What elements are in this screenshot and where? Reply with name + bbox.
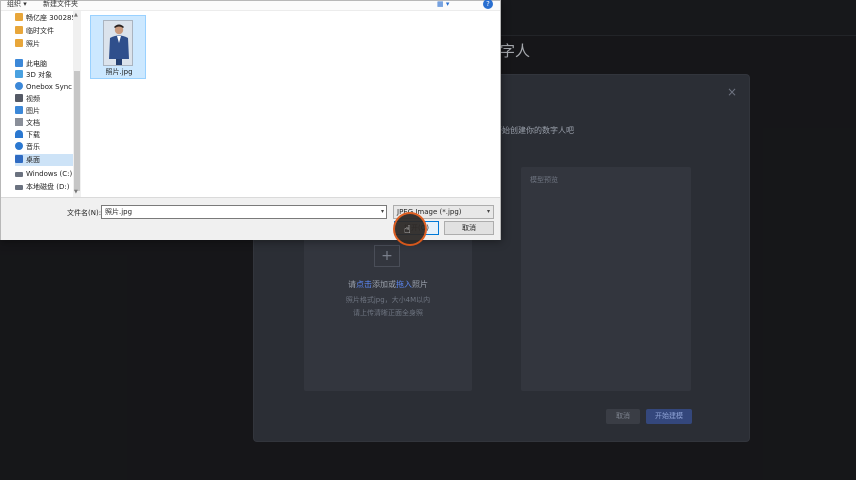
person-photo-icon [104,21,132,65]
nav-item-label: 3D 对象 [26,71,53,79]
computer-icon [15,59,23,67]
nav-item[interactable]: 音乐 [15,141,73,153]
folder-icon [15,13,23,21]
chevron-down-icon[interactable]: ▾ [487,206,490,218]
modal-subtitle: 开始创建你的数字人吧 [494,126,574,135]
view-options-icon[interactable]: ▦ ▾ [437,0,449,8]
nav-item-label: 视频 [26,95,40,103]
folder-icon [15,26,23,34]
upload-prompt-mid: 添加或 [372,280,396,289]
hand-cursor-icon: ☝ [404,223,411,236]
plus-icon[interactable]: + [374,245,400,267]
nav-item[interactable]: 视频 [15,93,73,105]
nav-item[interactable]: 3D 对象 [15,69,73,81]
nav-item-label: 下载 [26,131,40,139]
document-icon [15,118,23,126]
scroll-up-icon[interactable]: ▲ [74,12,78,18]
download-icon [15,130,23,138]
model-preview-area: 模型预览 [521,167,691,391]
nav-item[interactable]: Windows (C:) [15,168,73,180]
file-list: 照片.jpg [81,11,500,197]
nav-item-label: 图片 [26,107,40,115]
organize-menu[interactable]: 组织 ▾ [7,0,27,9]
nav-item-label: 文档 [26,119,40,127]
navigation-scrollbar[interactable]: ▲ ▼ [73,11,81,197]
nav-item[interactable]: 文档 [15,117,73,129]
dialog-cancel-button[interactable]: 取消 [444,221,494,235]
filename-label: 文件名(N): [67,209,102,217]
start-modeling-button[interactable]: 开始建模 [646,409,692,424]
upload-prompt-prefix: 请 [348,280,356,289]
file-name: 照片.jpg [105,68,133,76]
nav-item[interactable]: 下载 [15,129,73,141]
new-folder-button[interactable]: 新建文件夹 [43,0,78,9]
nav-item-label: 此电脑 [26,60,47,68]
chevron-down-icon[interactable]: ▾ [381,206,384,218]
file-item-selected[interactable]: 照片.jpg [90,15,146,79]
close-icon[interactable]: × [725,85,739,99]
nav-item[interactable]: Onebox Sync [15,81,73,93]
upload-prompt: 请点击添加或拖入照片 [304,279,472,290]
file-open-dialog: 组织 ▾ 新建文件夹 ▦ ▾ ? 畅亿座 3002851 临时文件照片此电脑 3D … [0,0,501,240]
dialog-toolbar: 组织 ▾ 新建文件夹 ▦ ▾ ? [1,0,500,11]
nav-item[interactable]: 照片 [15,38,73,50]
nav-item-label: 照片 [26,40,40,48]
scroll-thumb[interactable] [74,71,80,191]
video-icon [15,94,23,102]
picture-icon [15,106,23,114]
music-icon [15,142,23,150]
upload-prompt-suffix: 照片 [412,280,428,289]
filename-input[interactable]: 照片.jpg ▾ [101,205,387,219]
upload-format-hint: 照片格式jpg，大小4M以内 [345,296,431,304]
upload-tip-hint: 请上传清晰正面全身照 [353,309,423,317]
nav-item-label: Windows (C:) [26,170,73,178]
cube-icon [15,70,23,78]
filename-value: 照片.jpg [105,208,133,216]
scroll-down-icon[interactable]: ▼ [74,189,78,195]
nav-item-label: 临时文件 [26,27,54,35]
screen: 的数字人 × 建模 开始创建你的数字人吧 + 请点击添加或拖入照片 照片格式jp… [0,0,856,480]
drive-icon [15,185,23,190]
nav-item-label: 本地磁盘 (D:) [26,183,70,191]
upload-drag-link[interactable]: 拖入 [396,280,412,289]
nav-item[interactable]: 图片 [15,105,73,117]
nav-item[interactable]: 临时文件 [15,25,73,37]
help-icon[interactable]: ? [483,0,493,9]
preview-label: 模型预览 [530,176,558,184]
nav-item[interactable]: 本地磁盘 (D:) [15,181,73,193]
desktop-icon [15,155,23,163]
nav-item-label: Onebox Sync [26,83,73,91]
drive-icon [15,172,23,177]
folder-icon [15,39,23,47]
nav-item[interactable]: 畅亿座 3002851 [15,12,80,24]
nav-item[interactable]: 桌面 [15,154,73,166]
navigation-pane: 畅亿座 3002851 临时文件照片此电脑 3D 对象 Onebox Sync 视频图片… [1,11,80,197]
nav-item-label: 音乐 [26,143,40,151]
cancel-button[interactable]: 取消 [606,409,640,424]
nav-item-label: 桌面 [26,156,40,164]
cloud-icon [15,82,23,90]
upload-click-link[interactable]: 点击 [356,280,372,289]
photo-thumbnail [103,20,133,66]
